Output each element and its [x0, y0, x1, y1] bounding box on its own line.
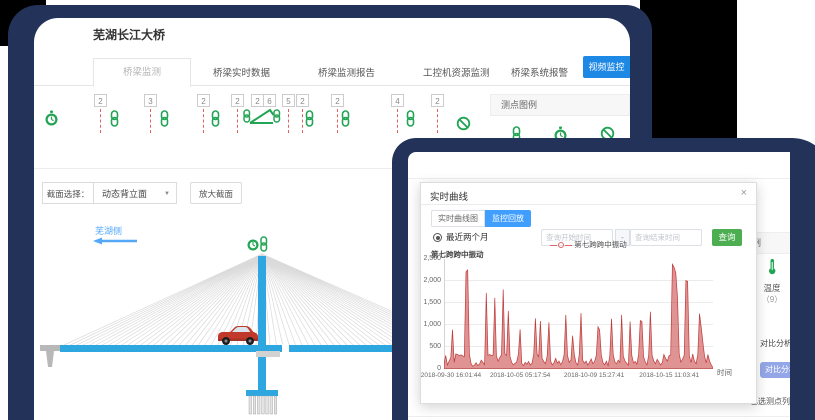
link-icon[interactable] — [108, 110, 121, 127]
tower-top-sensor-icons — [248, 237, 267, 251]
chevron-down-icon: ▼ — [164, 183, 170, 205]
legend-text: 第七跨跨中振动 — [574, 240, 627, 249]
sensor-count-badge: 6 — [263, 94, 276, 107]
background-strip — [640, 0, 737, 140]
main-tab-5[interactable]: 桥梁系统报警 — [511, 65, 568, 79]
sensor-dash-line — [397, 109, 398, 133]
vibration-chart[interactable] — [444, 259, 713, 369]
temperature-legend-item[interactable]: 温度 （9） — [754, 258, 790, 305]
chart-y-tick: 1,000 — [421, 321, 441, 328]
chart-y-tick: 2,500 — [421, 255, 441, 262]
close-icon[interactable]: × — [741, 187, 747, 199]
link-icon[interactable] — [404, 110, 417, 127]
sensor-dash-line — [150, 109, 151, 133]
chart-y-tick: 0 — [421, 365, 441, 372]
thermometer-icon — [766, 262, 778, 279]
chart-y-tick: 500 — [421, 343, 441, 350]
sensor-dash-line — [437, 109, 438, 133]
sensor-count-badge: 2 — [197, 94, 210, 107]
sensor-dash-line — [203, 109, 204, 133]
secondary-window: 测点图例 温度 （9） 对比分析 对比分析 已选测点列表 实时曲线 × 实时曲线… — [408, 152, 790, 420]
realtime-curve-modal: 实时曲线 × 实时曲线图监控回放 最近两个月 - 查询 第七跨跨中振动 第七跨跨… — [420, 182, 757, 404]
chart-x-tick: 2018-10-09 15:27:41 — [564, 372, 624, 379]
legend-panel-header: 测点图例 — [490, 94, 630, 116]
section-select-dropdown[interactable]: 动态背立面 ▼ — [93, 182, 177, 204]
sensor-count-badge: 5 — [282, 94, 295, 107]
link-icon[interactable] — [209, 110, 222, 127]
main-tab-3[interactable]: 桥梁监测报告 — [318, 65, 375, 79]
sensor-count-badge: 2 — [94, 94, 107, 107]
link-icon[interactable] — [303, 110, 316, 127]
sensor-count-badge: 3 — [144, 94, 157, 107]
modal-tab-1[interactable]: 实时曲线图 — [431, 210, 485, 227]
chart-x-tick: 2018-10-15 11:03:41 — [639, 372, 699, 379]
secondary-bottom-divider — [408, 416, 790, 417]
video-monitor-button[interactable]: 视频监控 — [583, 56, 630, 78]
legend-panel-title: 测点图例 — [501, 100, 537, 110]
sensor-dash-line — [288, 109, 289, 133]
noentry-icon[interactable] — [456, 116, 471, 131]
temperature-label: 温度 — [754, 282, 790, 294]
link-icon[interactable] — [158, 110, 171, 127]
chart-y-tick: 2,000 — [421, 277, 441, 284]
page-title: 芜湖长江大桥 — [93, 26, 165, 43]
sensor-dash-line — [337, 109, 338, 133]
modal-title: 实时曲线 — [430, 189, 468, 203]
section-select-label: 截面选择： — [42, 182, 94, 204]
legend-marker-icon — [565, 245, 572, 246]
bearing-icon[interactable] — [242, 106, 282, 126]
sensor-count-badge: 2 — [296, 94, 309, 107]
sensor-count-badge: 4 — [391, 94, 404, 107]
chart-y-tick: 1,500 — [421, 299, 441, 306]
sensor-count-badge: 2 — [331, 94, 344, 107]
chart-x-tick: 2018-10-05 05:17:54 — [490, 372, 550, 379]
zoom-section-button[interactable]: 放大截面 — [190, 182, 242, 204]
chart-x-tick: 2018-09-30 16:01:44 — [421, 372, 481, 379]
main-tab-1[interactable]: 桥梁监测 — [93, 58, 191, 87]
legend-marker-icon — [558, 242, 564, 248]
chart-x-axis-name: 时间 — [717, 367, 732, 378]
sensor-count-badge: 2 — [431, 94, 444, 107]
legend-marker-icon — [550, 245, 557, 246]
sensor-dash-line — [237, 109, 238, 133]
compare-analysis-button[interactable]: 对比分析 — [760, 362, 790, 378]
link-icon[interactable] — [339, 110, 352, 127]
section-select-value: 动态背立面 — [102, 189, 147, 199]
main-tab-4[interactable]: 工控机资源监测 — [423, 65, 490, 79]
modal-header: 实时曲线 × — [421, 183, 756, 205]
secondary-divider — [408, 178, 790, 179]
modal-tab-2[interactable]: 监控回放 — [485, 210, 531, 227]
screenshot-stage: 芜湖长江大桥 桥梁监测 桥梁实时数据 桥梁监测报告 工控机资源监测 桥梁系统报警 视频监… — [0, 0, 815, 420]
clock-icon[interactable] — [44, 110, 59, 127]
main-tab-2[interactable]: 桥梁实时数据 — [213, 65, 270, 79]
temperature-count: （9） — [754, 294, 790, 305]
sensor-dash-line — [100, 109, 101, 133]
compare-section-label: 对比分析 — [760, 338, 790, 349]
modal-tab-bar: 实时曲线图监控回放 — [431, 210, 531, 226]
